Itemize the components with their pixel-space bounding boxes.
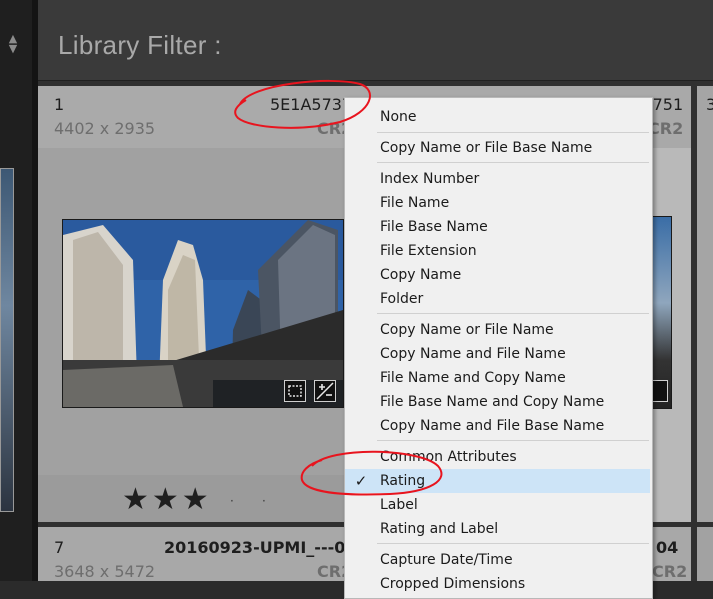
- annotation-ellipse-rating: [300, 450, 443, 496]
- red-annotation-overlay: [234, 79, 443, 496]
- annotation-ellipse-filename: [234, 79, 371, 129]
